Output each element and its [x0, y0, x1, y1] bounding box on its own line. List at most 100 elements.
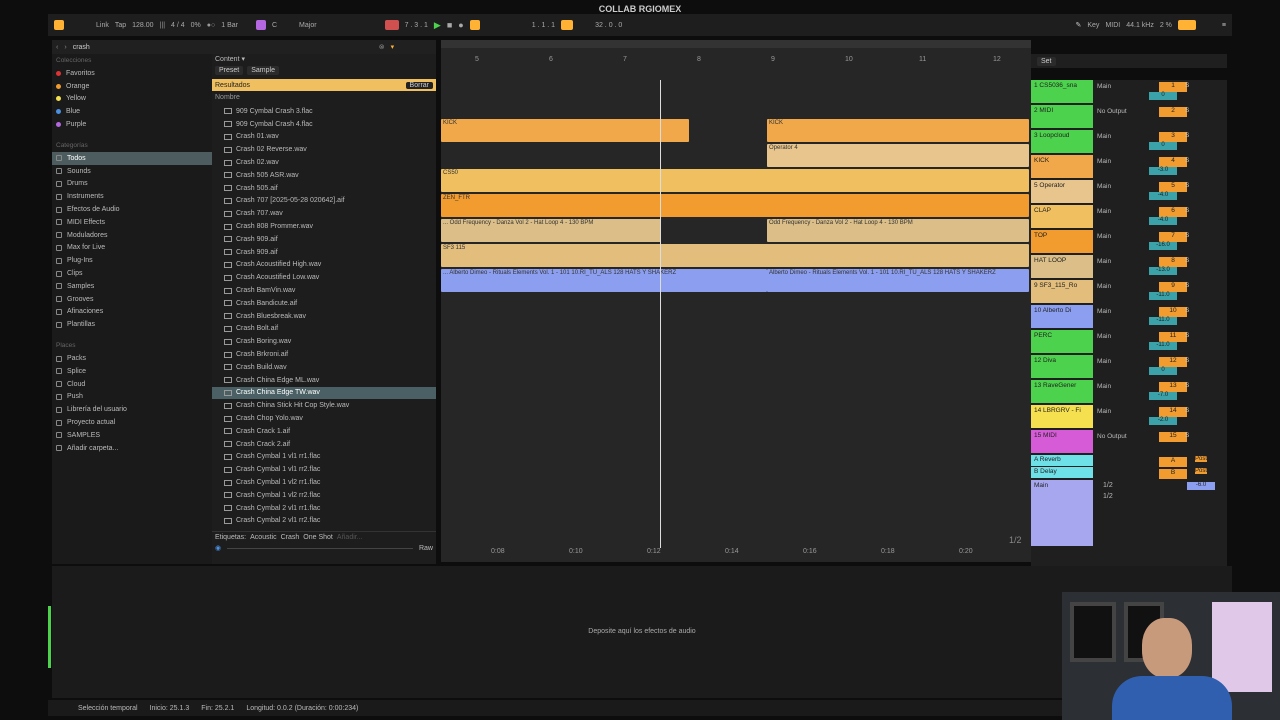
file-item[interactable]: 909 Cymbal Crash 3.flac — [212, 105, 436, 118]
raw-button[interactable]: Raw — [419, 545, 433, 552]
file-item[interactable]: Crash 707.wav — [212, 207, 436, 220]
file-item[interactable]: Crash Build.wav — [212, 361, 436, 374]
track-output[interactable]: Main — [1093, 355, 1141, 368]
track-output[interactable]: Main — [1093, 80, 1141, 93]
forward-icon[interactable]: › — [64, 44, 66, 51]
file-item[interactable]: Crash China Stick Hit Cop Style.wav — [212, 399, 436, 412]
place-item[interactable]: SAMPLES — [52, 429, 212, 442]
category-item[interactable]: Samples — [52, 280, 212, 293]
file-item[interactable]: Crash Acoustified Low.wav — [212, 271, 436, 284]
track-name[interactable]: TOP — [1031, 230, 1093, 253]
content-filter[interactable]: Content ▾ — [212, 54, 436, 64]
track-activator[interactable]: 3 — [1159, 132, 1187, 142]
track-name[interactable]: 9 SF3_115_Ro — [1031, 280, 1093, 303]
track-row[interactable]: 9 SF3_115_Ro Main 9 -11.0 S — [1031, 280, 1227, 304]
solo-button[interactable]: S — [1185, 182, 1189, 189]
file-item[interactable]: Crash Cymbal 2 vl1 rr2.flac — [212, 515, 436, 528]
track-activator[interactable]: 12 — [1159, 357, 1187, 367]
tempo-field[interactable]: 128.00 — [132, 22, 153, 29]
category-item[interactable]: Clips — [52, 267, 212, 280]
track-output[interactable]: Main — [1093, 405, 1141, 418]
track-row[interactable]: 14 LBRGRV - Fi Main 14 -2.0 S — [1031, 405, 1227, 429]
file-item[interactable]: Crash 808 Prommer.wav — [212, 220, 436, 233]
file-item[interactable]: Crash 707 [2025-05-28 020642].aif — [212, 195, 436, 208]
post-button[interactable]: Post — [1195, 456, 1208, 462]
filter-preset[interactable]: Preset — [215, 65, 244, 75]
file-item[interactable]: Crash Brkroni.aif — [212, 348, 436, 361]
place-item[interactable]: Push — [52, 391, 212, 404]
file-item[interactable]: Crash Cymbal 1 vl1 rr2.flac — [212, 463, 436, 476]
file-item[interactable]: Crash 02.wav — [212, 156, 436, 169]
track-row[interactable]: HAT LOOP Main 8 -13.0 S — [1031, 255, 1227, 279]
category-item[interactable]: Todos — [52, 151, 212, 165]
file-item[interactable]: Crash Cymbal 2 vl1 rr1.flac — [212, 502, 436, 515]
loop-icon[interactable] — [561, 20, 574, 30]
record-dot-icon[interactable]: ●○ — [207, 22, 215, 29]
bar-ruler[interactable]: 5 6 7 8 9 10 11 12 — [441, 56, 1031, 66]
return-name[interactable]: B Delay — [1031, 467, 1093, 478]
midi-map-button[interactable]: MIDI — [1105, 22, 1120, 29]
link-button[interactable]: Link — [96, 22, 109, 29]
filter-sample[interactable]: Sample — [247, 65, 279, 75]
track-output[interactable]: Main — [1093, 380, 1141, 393]
overdub-icon[interactable] — [469, 20, 480, 30]
track-output[interactable]: No Output — [1093, 430, 1141, 443]
clip-clap[interactable]: CS50 — [441, 169, 1029, 192]
master-row[interactable]: Main 1/2 1/2 -6.0 — [1031, 480, 1227, 546]
track-volume[interactable]: -2.0 — [1149, 417, 1177, 425]
track-row[interactable]: PERC Main 11 -11.0 S — [1031, 330, 1227, 354]
view-toggle-icon[interactable] — [54, 20, 64, 30]
track-volume[interactable]: -7.0 — [1149, 392, 1177, 400]
track-name[interactable]: 12 Diva — [1031, 355, 1093, 378]
scale-icon[interactable] — [255, 20, 266, 30]
place-item[interactable]: Librería del usuario — [52, 403, 212, 416]
solo-button[interactable]: S — [1185, 332, 1189, 339]
name-column-header[interactable]: Nombre — [212, 91, 436, 103]
track-name[interactable]: HAT LOOP — [1031, 255, 1093, 278]
clip-sf[interactable]: SF3 115 — [441, 244, 1029, 267]
category-item[interactable]: Plantillas — [52, 318, 212, 331]
track-row[interactable]: TOP Main 7 -16.0 S — [1031, 230, 1227, 254]
master-name[interactable]: Main — [1031, 480, 1093, 546]
file-item[interactable]: 909 Cymbal Crash 4.flac — [212, 118, 436, 131]
track-output[interactable]: Main — [1093, 180, 1141, 193]
track-name[interactable]: 13 RaveGener — [1031, 380, 1093, 403]
search-options-icon[interactable]: ▾ — [391, 43, 395, 51]
post-button[interactable]: Post — [1195, 468, 1208, 474]
track-row[interactable]: 2 MIDI No Output 2 S — [1031, 105, 1227, 129]
file-item[interactable]: Crash 505.aif — [212, 182, 436, 195]
collection-item[interactable]: Blue — [52, 105, 212, 118]
key-root-select[interactable]: C — [272, 22, 277, 29]
track-name[interactable]: 14 LBRGRV - Fi — [1031, 405, 1093, 428]
file-item[interactable]: Crash 909.aif — [212, 246, 436, 259]
track-activator[interactable]: 8 — [1159, 257, 1187, 267]
clip-alberto-a[interactable]: ... Alberto Dimeo - Rituals Elements Vol… — [441, 269, 767, 292]
file-item[interactable]: Crash Crack 2.aif — [212, 438, 436, 451]
solo-button[interactable]: S — [1185, 107, 1189, 114]
return-row[interactable]: A Reverb A Post — [1031, 455, 1227, 467]
solo-button[interactable]: S — [1185, 382, 1189, 389]
track-activator[interactable]: 6 — [1159, 207, 1187, 217]
category-item[interactable]: MIDI Effects — [52, 216, 212, 229]
master-sel-a[interactable]: 1/2 — [1103, 482, 1113, 489]
track-volume[interactable]: 0 — [1149, 367, 1177, 375]
stop-icon[interactable]: ■ — [447, 20, 452, 30]
track-name[interactable]: 2 MIDI — [1031, 105, 1093, 128]
song-position[interactable]: 7 . 3 . 1 — [405, 22, 428, 29]
file-item[interactable]: Crash 505 ASR.wav — [212, 169, 436, 182]
track-output[interactable]: Main — [1093, 130, 1141, 143]
master-volume[interactable]: -6.0 — [1187, 482, 1215, 490]
clip-top[interactable]: ZEN_FTR — [441, 194, 1029, 217]
tag-chip[interactable]: Crash — [281, 534, 300, 541]
file-item[interactable]: Crash Acoustified High.wav — [212, 259, 436, 272]
track-name[interactable]: CLAP — [1031, 205, 1093, 228]
category-item[interactable]: Instruments — [52, 190, 212, 203]
place-item[interactable]: Cloud — [52, 378, 212, 391]
clip-hat-b[interactable]: Odd Frequency - Danza Vol 2 - Hat Loop 4… — [767, 219, 1029, 242]
track-row[interactable]: 13 RaveGener Main 13 -7.0 S — [1031, 380, 1227, 404]
file-item[interactable]: Crash BamVin.wav — [212, 284, 436, 297]
loop-start[interactable]: 1 . 1 . 1 — [532, 22, 555, 29]
place-item[interactable]: Proyecto actual — [52, 416, 212, 429]
track-volume[interactable]: -3.0 — [1149, 167, 1177, 175]
clip-kick[interactable]: KICK — [767, 119, 1029, 142]
